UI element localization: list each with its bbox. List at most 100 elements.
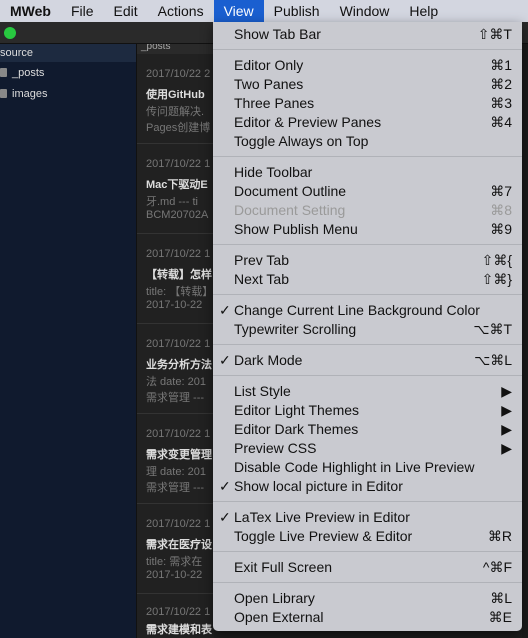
- shortcut: ⇧⌘{: [481, 252, 512, 268]
- menu-item-three-panes[interactable]: Three Panes ⌘3: [213, 94, 522, 113]
- menu-item-toggle-always-on-top[interactable]: Toggle Always on Top: [213, 132, 522, 151]
- menu-item-show-tab-bar[interactable]: Show Tab Bar ⇧⌘T: [213, 25, 522, 44]
- menu-item-disable-code-highlight-in-live-preview[interactable]: Disable Code Highlight in Live Preview: [213, 458, 522, 477]
- menu-separator: [213, 501, 522, 502]
- item-line2: 法 date: 201: [146, 376, 206, 388]
- menu-item-label: Hide Toolbar: [234, 164, 313, 180]
- list-item[interactable]: 2017/10/22 2 使用GitHub 传问题解决. Pages创建博: [137, 54, 214, 144]
- item-line3: 需求管理 ---: [146, 482, 205, 494]
- item-line3: Pages创建博: [146, 122, 211, 134]
- menu-window[interactable]: Window: [330, 0, 400, 22]
- list-item[interactable]: 2017/10/22 1 【转载】怎样 title: 【转载】 2017-10-22: [137, 234, 214, 324]
- menu-item-label: Prev Tab: [234, 252, 289, 268]
- shortcut: ⌘1: [490, 57, 512, 73]
- item-date: 2017/10/22 1: [146, 518, 211, 530]
- menu-publish[interactable]: Publish: [264, 0, 330, 22]
- menu-item-next-tab[interactable]: Next Tab ⇧⌘}: [213, 270, 522, 289]
- list-item[interactable]: 2017/10/22 1 业务分析方法法 date: 201 需求管理 ---: [137, 324, 214, 414]
- menu-item-label: Two Panes: [234, 76, 304, 92]
- item-title: 需求在医疗设: [146, 539, 212, 551]
- checkmark-icon: ✓: [219, 352, 231, 368]
- menu-item-label: Exit Full Screen: [234, 559, 333, 575]
- menu-item-prev-tab[interactable]: Prev Tab ⇧⌘{: [213, 251, 522, 270]
- menu-item-editor-dark-themes[interactable]: Editor Dark Themes ▶: [213, 420, 522, 439]
- item-line3: 需求管理 ---: [146, 392, 205, 404]
- menu-item-list-style[interactable]: List Style ▶: [213, 382, 522, 401]
- item-title: Mac下驱动E: [146, 179, 208, 191]
- menu-bar: MWeb File Edit Actions View Publish Window Help: [0, 0, 528, 22]
- menu-item-open-library[interactable]: Open Library ⌘L: [213, 589, 522, 608]
- menu-separator: [213, 582, 522, 583]
- menu-item-document-outline[interactable]: Document Outline ⌘7: [213, 182, 522, 201]
- folder-label: images: [12, 87, 48, 100]
- sidebar-folder[interactable]: images: [0, 83, 136, 104]
- list-item[interactable]: 2017/10/22 1 需求建模和表: [137, 594, 214, 638]
- shortcut: ⌥⌘T: [473, 321, 512, 337]
- shortcut: ⌘2: [490, 76, 512, 92]
- checkmark-icon: ✓: [219, 478, 231, 494]
- folder-icon: [0, 89, 7, 98]
- item-date: 2017/10/22 1: [146, 158, 211, 170]
- menu-item-dark-mode[interactable]: ✓ Dark Mode ⌥⌘L: [213, 351, 522, 370]
- menu-help[interactable]: Help: [399, 0, 448, 22]
- menu-item-editor-light-themes[interactable]: Editor Light Themes ▶: [213, 401, 522, 420]
- submenu-arrow-icon: ▶: [501, 421, 512, 437]
- item-line2: title: 需求在: [146, 556, 203, 568]
- menu-item-label: Three Panes: [234, 95, 315, 111]
- item-line2: 传问题解决.: [146, 106, 205, 118]
- menu-item-label: Editor Dark Themes: [234, 421, 359, 437]
- menu-item-show-local-picture-in-editor[interactable]: ✓ Show local picture in Editor: [213, 477, 522, 496]
- menu-item-label: Open External: [234, 609, 324, 625]
- menu-item-latex-live-preview-in-editor[interactable]: ✓ LaTex Live Preview in Editor: [213, 508, 522, 527]
- menu-edit[interactable]: Edit: [104, 0, 148, 22]
- item-line2: title: 【转载】: [146, 286, 214, 298]
- list-header: _posts: [137, 44, 214, 54]
- item-line2: 牙.md --- ti: [146, 196, 198, 208]
- menu-item-label: Typewriter Scrolling: [234, 321, 357, 337]
- menu-file[interactable]: File: [61, 0, 104, 22]
- sidebar-header: source: [0, 44, 136, 62]
- menu-item-label: Show Tab Bar: [234, 26, 321, 42]
- menu-separator: [213, 375, 522, 376]
- shortcut: ⌘E: [488, 609, 512, 625]
- list-item[interactable]: 2017/10/22 1 需求在医疗设 title: 需求在 2017-10-22: [137, 504, 214, 594]
- item-title: 业务分析方法: [146, 359, 212, 371]
- menu-item-editor-preview-panes[interactable]: Editor & Preview Panes ⌘4: [213, 113, 522, 132]
- menu-item-label: LaTex Live Preview in Editor: [234, 509, 410, 525]
- item-line3: 2017-10-22: [146, 569, 203, 581]
- item-title: 需求建模和表: [146, 624, 212, 636]
- folder-label: _posts: [12, 66, 45, 79]
- view-menu-dropdown: Show Tab Bar ⇧⌘T Editor Only ⌘1 Two Panes ⌘2 T…: [213, 22, 522, 631]
- item-date: 2017/10/22 1: [146, 428, 211, 440]
- editor-pane: [522, 44, 528, 638]
- shortcut: ⌘8: [490, 202, 512, 218]
- menu-item-toggle-live-preview-editor[interactable]: Toggle Live Preview & Editor ⌘R: [213, 527, 522, 546]
- menu-item-label: Show local picture in Editor: [234, 478, 403, 494]
- sidebar-folder[interactable]: _posts: [0, 62, 136, 83]
- window-zoom-button[interactable]: [4, 27, 16, 39]
- checkmark-icon: ✓: [219, 509, 231, 525]
- menu-item-typewriter-scrolling[interactable]: Typewriter Scrolling ⌥⌘T: [213, 320, 522, 339]
- menu-item-show-publish-menu[interactable]: Show Publish Menu ⌘9: [213, 220, 522, 239]
- menu-item-change-current-line-background-color[interactable]: ✓ Change Current Line Background Color: [213, 301, 522, 320]
- menu-item-open-external[interactable]: Open External ⌘E: [213, 608, 522, 627]
- menu-actions[interactable]: Actions: [148, 0, 214, 22]
- list-item[interactable]: 2017/10/22 1 需求变更管理理 date: 201 需求管理 ---: [137, 414, 214, 504]
- submenu-arrow-icon: ▶: [501, 383, 512, 399]
- item-date: 2017/10/22 1: [146, 338, 211, 350]
- menu-item-label: List Style: [234, 383, 291, 399]
- menu-item-preview-css[interactable]: Preview CSS ▶: [213, 439, 522, 458]
- menu-item-exit-full-screen[interactable]: Exit Full Screen ^⌘F: [213, 558, 522, 577]
- menu-item-label: Editor Light Themes: [234, 402, 360, 418]
- list-item[interactable]: 2017/10/22 1 Mac下驱动E 牙.md --- ti BCM20702A: [137, 144, 214, 234]
- menu-item-hide-toolbar[interactable]: Hide Toolbar: [213, 163, 522, 182]
- shortcut: ⌘9: [490, 221, 512, 237]
- menu-app[interactable]: MWeb: [0, 0, 61, 22]
- menu-item-editor-only[interactable]: Editor Only ⌘1: [213, 56, 522, 75]
- menu-view[interactable]: View: [213, 0, 264, 22]
- shortcut: ⌘7: [490, 183, 512, 199]
- menu-item-document-setting: Document Setting ⌘8: [213, 201, 522, 220]
- menu-item-two-panes[interactable]: Two Panes ⌘2: [213, 75, 522, 94]
- shortcut: ⌘4: [490, 114, 512, 130]
- sidebar: source _postsimages: [0, 44, 136, 638]
